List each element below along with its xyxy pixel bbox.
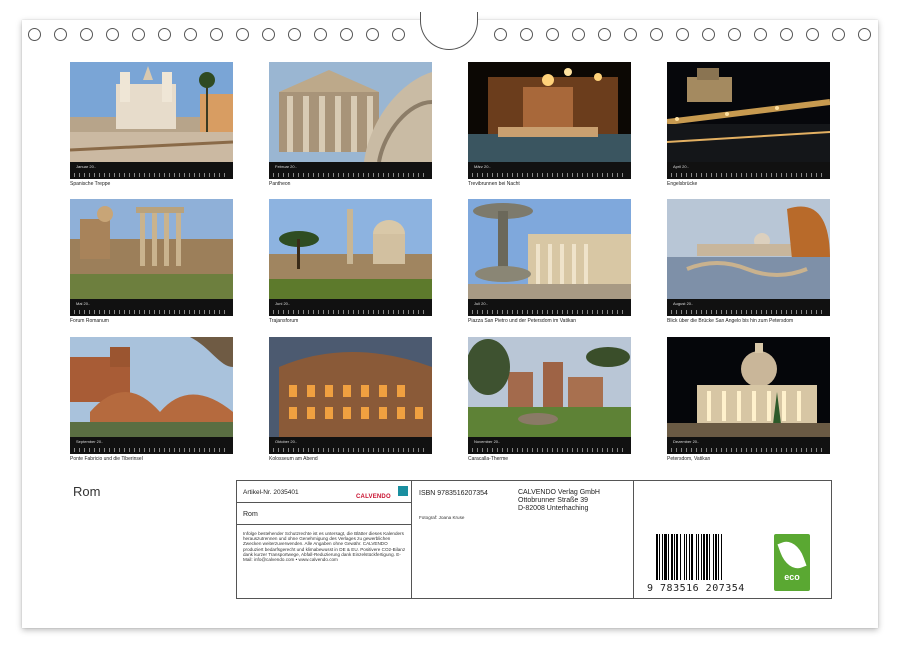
imprint-title: Rom	[243, 511, 258, 518]
month-tile-january: Januar 20.. Spanische Treppe	[70, 62, 233, 187]
photo-caption: Spanische Treppe	[70, 181, 111, 187]
photo-caption: Kolosseum am Abend	[269, 456, 318, 462]
isbn: ISBN 9783516207354	[419, 490, 488, 497]
month-tile-october: Oktober 20.. Kolosseum am Abend	[269, 337, 432, 462]
publisher-address: CALVENDO Verlag GmbH Ottobrunner Straße …	[518, 489, 600, 512]
photo-caption: Ponte Fabricio und die Tiberinsel	[70, 456, 143, 462]
month-label: Juli 20..	[474, 301, 488, 306]
month-tile-august: August 20.. Blick über die Brücke San An…	[667, 199, 830, 324]
leaf-icon	[777, 537, 807, 573]
photo-caption: Trajansforum	[269, 318, 299, 324]
month-label: Oktober 20..	[275, 439, 298, 444]
photo-engelsbruecke	[667, 62, 830, 162]
photo-caption: Petersdom, Vatikan	[667, 456, 711, 462]
photo-colosseum	[269, 337, 432, 437]
photo-trajansforum	[269, 199, 432, 299]
month-tile-july: Juli 20.. Piazza San Pietro und der Pete…	[468, 199, 631, 324]
barcode	[656, 534, 722, 580]
photo-caption: Blick über die Brücke San Angelo bis hin…	[667, 318, 794, 324]
month-tile-june: Juni 20.. Trajansforum	[269, 199, 432, 324]
photo-forum-romanum	[70, 199, 233, 299]
month-label: Februar 20..	[275, 164, 297, 169]
photo-caption: Forum Romanum	[70, 318, 109, 324]
photo-trevi-fountain	[468, 62, 631, 162]
photo-caption: Engelsbrücke	[667, 181, 698, 187]
month-label: März 20..	[474, 164, 491, 169]
month-label: September 20..	[76, 439, 104, 444]
photo-caption: Pantheon	[269, 181, 291, 187]
divider	[237, 524, 412, 525]
photo-caption: Caracalla-Therme	[468, 456, 509, 462]
photo-caption: Trevibrunnen bei Nacht	[468, 181, 520, 187]
month-label: Mai 20..	[76, 301, 91, 306]
photo-spanish-steps	[70, 62, 233, 162]
month-tile-december: Dezember 20.. Petersdom, Vatikan	[667, 337, 830, 462]
month-tile-february: Februar 20.. Pantheon	[269, 62, 432, 187]
photo-ponte-fabricio	[70, 337, 233, 437]
month-tile-may: Mai 20.. Forum Romanum	[70, 199, 233, 324]
month-tile-november: November 20.. Caracalla-Therme	[468, 337, 631, 462]
photo-caption: Piazza San Pietro und der Petersdom im V…	[468, 318, 577, 324]
legal-notice: Infolge bestehender Schutzrechte ist es …	[243, 531, 406, 563]
eco-badge: eco	[774, 534, 810, 591]
photo-caracalla	[468, 337, 631, 437]
calendar-title: Rom	[73, 484, 101, 499]
month-tile-april: April 20.. Engelsbrücke	[667, 62, 830, 187]
month-label: April 20..	[673, 164, 689, 169]
month-label: Dezember 20..	[673, 439, 700, 444]
photo-petersdom	[667, 337, 830, 437]
calvendo-logo: CALVENDO	[356, 485, 408, 500]
photo-tiber-view	[667, 199, 830, 299]
month-label: Juni 20..	[275, 301, 291, 306]
month-label: Januar 20..	[76, 164, 97, 169]
photo-pantheon	[269, 62, 432, 162]
month-label: November 20..	[474, 439, 501, 444]
divider	[237, 502, 412, 503]
photo-piazza-san-pietro	[468, 199, 631, 299]
month-label: August 20..	[673, 301, 694, 306]
month-tile-march: März 20.. Trevibrunnen bei Nacht	[468, 62, 631, 187]
photographer-credit: Fotograf: Joana Kruse	[419, 515, 465, 520]
article-number: Artikel-Nr. 2035401	[243, 489, 299, 496]
barcode-digits: 9 783516 207354	[647, 583, 745, 594]
month-tile-september: September 20.. Ponte Fabricio und die Ti…	[70, 337, 233, 462]
